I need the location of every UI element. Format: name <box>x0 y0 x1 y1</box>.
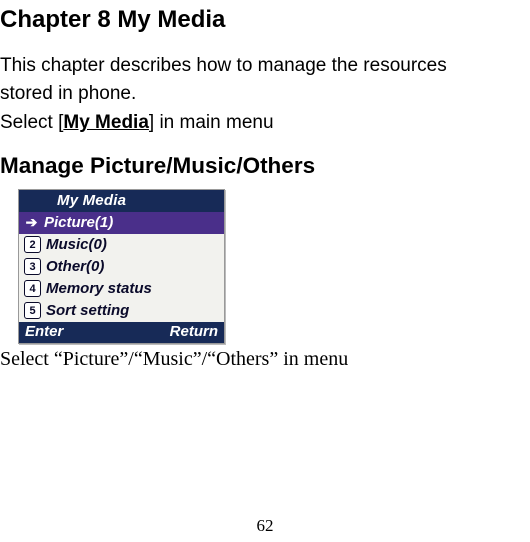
menu-item-label: Other(0) <box>46 258 104 275</box>
softkey-right[interactable]: Return <box>170 323 218 340</box>
menu-item-number: 4 <box>24 280 41 297</box>
softkey-bar: Enter Return <box>19 322 224 343</box>
intro-line-1: This chapter describes how to manage the… <box>0 55 447 76</box>
menu-item-label: Memory status <box>46 280 152 297</box>
menu-item-memory-status[interactable]: 4 Memory status <box>19 278 224 300</box>
select-bold: My Media <box>63 112 149 133</box>
menu-item-label: Music(0) <box>46 236 107 253</box>
softkey-left[interactable]: Enter <box>25 323 63 340</box>
phone-screenshot: My Media ➔ Picture(1) 2 Music(0) 3 Other… <box>18 189 225 344</box>
menu-item-number: 5 <box>24 302 41 319</box>
menu-item-picture[interactable]: ➔ Picture(1) <box>19 212 224 234</box>
menu-item-other[interactable]: 3 Other(0) <box>19 256 224 278</box>
intro-paragraph: This chapter describes how to manage the… <box>0 52 530 107</box>
chapter-title: Chapter 8 My Media <box>0 6 530 34</box>
intro-line-2: stored in phone. <box>0 83 136 104</box>
page-number: 62 <box>0 516 530 536</box>
page-content: Chapter 8 My Media This chapter describe… <box>0 6 530 371</box>
caption-text: Select “Picture”/“Music”/“Others” in men… <box>0 348 530 371</box>
select-instruction: Select [My Media] in main menu <box>0 109 530 137</box>
menu-item-sort-setting[interactable]: 5 Sort setting <box>19 300 224 322</box>
select-suffix: ] in main menu <box>149 112 274 133</box>
menu-item-number: 3 <box>24 258 41 275</box>
menu-item-music[interactable]: 2 Music(0) <box>19 234 224 256</box>
arrow-icon: ➔ <box>24 215 39 230</box>
menu-item-label: Sort setting <box>46 302 129 319</box>
phone-menu-list: ➔ Picture(1) 2 Music(0) 3 Other(0) 4 Mem… <box>19 212 224 322</box>
menu-item-label: Picture(1) <box>44 214 113 231</box>
menu-item-number: 2 <box>24 236 41 253</box>
section-title: Manage Picture/Music/Others <box>0 153 530 179</box>
select-prefix: Select [ <box>0 112 63 133</box>
phone-title-bar: My Media <box>19 190 224 212</box>
